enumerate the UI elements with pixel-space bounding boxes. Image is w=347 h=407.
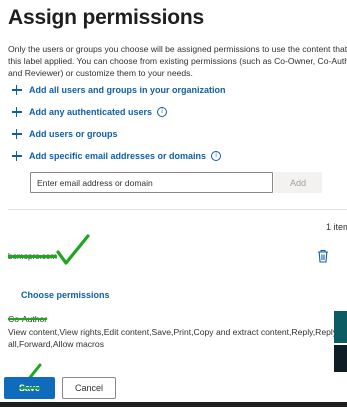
option-label: Add users or groups	[29, 129, 118, 139]
intro-text: Only the users or groups you choose will…	[8, 44, 347, 78]
option-label: Add all users and groups in your organiz…	[29, 85, 226, 95]
option-label: Add specific email addresses or domains	[29, 151, 207, 161]
save-button[interactable]: Save	[4, 377, 55, 399]
side-panel-edge	[334, 311, 347, 343]
plus-icon	[12, 85, 22, 95]
add-button[interactable]: Add	[274, 172, 322, 193]
option-label: Add any authenticated users	[29, 107, 153, 117]
user-entry: bemopro.com	[8, 252, 57, 261]
plus-icon	[12, 151, 22, 161]
add-all-users-option[interactable]: Add all users and groups in your organiz…	[12, 83, 226, 97]
trash-icon[interactable]	[317, 249, 329, 263]
checkmark-annotation	[56, 234, 90, 265]
add-email-or-domain-option[interactable]: Add specific email addresses or domains …	[12, 149, 222, 163]
permission-list: View content,View rights,Edit content,Sa…	[8, 327, 338, 349]
cancel-button[interactable]: Cancel	[62, 377, 116, 399]
taskbar-strip	[0, 402, 347, 407]
side-panel-edge-dark	[334, 345, 347, 372]
item-count: 1 item	[326, 222, 347, 232]
divider	[8, 209, 347, 210]
page-title: Assign permissions	[8, 6, 204, 29]
info-icon[interactable]: i	[211, 151, 222, 161]
add-users-or-groups-option[interactable]: Add users or groups	[12, 127, 118, 141]
role-name: Co-Author	[8, 314, 48, 324]
email-domain-input[interactable]	[30, 172, 273, 193]
choose-permissions-link[interactable]: Choose permissions	[21, 290, 110, 300]
plus-icon	[12, 107, 22, 117]
info-icon[interactable]: i	[157, 107, 168, 117]
add-authenticated-users-option[interactable]: Add any authenticated users i	[12, 105, 168, 119]
plus-icon	[12, 129, 22, 139]
